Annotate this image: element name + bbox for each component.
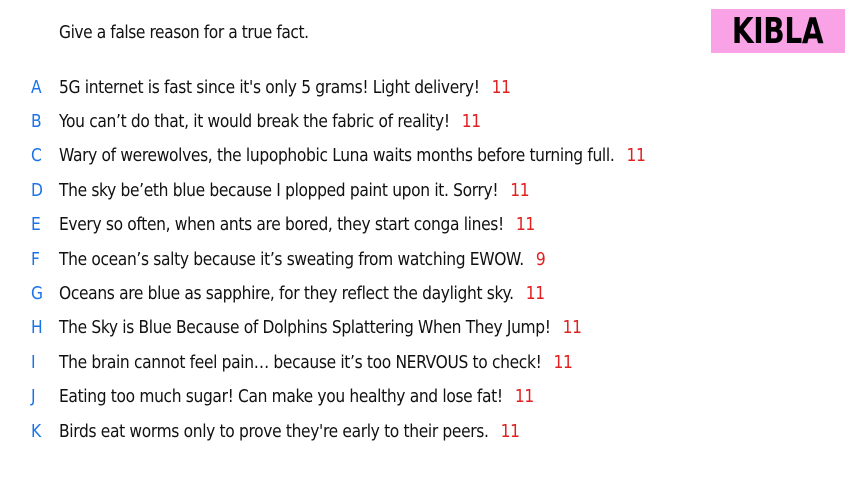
response-text: The Sky is Blue Because of Dolphins Spla… <box>59 317 551 339</box>
response-letter: G <box>31 283 43 305</box>
response-line: The brain cannot feel pain… because it’s… <box>59 351 573 373</box>
response-letter: F <box>31 248 40 270</box>
response-row: A 5G internet is fast since it's only 5 … <box>0 70 853 104</box>
response-line: Every so often, when ants are bored, the… <box>59 214 535 235</box>
response-score: 11 <box>491 76 511 98</box>
response-letter: J <box>31 386 36 408</box>
response-letter: E <box>31 214 41 236</box>
response-line: Eating too much sugar! Can make you heal… <box>59 386 534 407</box>
response-score: 11 <box>562 317 582 339</box>
response-row: C Wary of werewolves, the lupophobic Lun… <box>0 139 853 173</box>
response-row: I The brain cannot feel pain… because it… <box>0 345 853 379</box>
prompt-text: Give a false reason for a true fact. <box>59 22 309 43</box>
response-line: Birds eat worms only to prove they're ea… <box>59 421 520 442</box>
response-letter: I <box>31 351 36 373</box>
response-row: G Oceans are blue as sapphire, for they … <box>0 276 853 310</box>
response-score: 11 <box>461 111 481 133</box>
response-letter: D <box>31 179 43 201</box>
response-score: 11 <box>525 283 545 305</box>
response-line: The sky be’eth blue because I plopped pa… <box>59 179 530 201</box>
response-line: Wary of werewolves, the lupophobic Luna … <box>59 145 646 167</box>
contestant-name: KIBLA <box>732 10 824 52</box>
response-score: 11 <box>514 386 534 408</box>
response-row: D The sky be’eth blue because I plopped … <box>0 173 853 207</box>
response-list: A 5G internet is fast since it's only 5 … <box>0 70 853 448</box>
response-letter: A <box>31 76 42 98</box>
response-text: The brain cannot feel pain… because it’s… <box>59 351 542 373</box>
response-letter: K <box>31 420 42 442</box>
response-text: The sky be’eth blue because I plopped pa… <box>59 179 499 201</box>
response-text: The ocean’s salty because it’s sweating … <box>59 248 524 270</box>
response-score: 11 <box>515 214 535 236</box>
response-score: 11 <box>500 420 520 442</box>
response-letter: B <box>31 111 42 133</box>
response-line: Oceans are blue as sapphire, for they re… <box>59 283 545 304</box>
response-score: 11 <box>553 351 573 373</box>
response-line: The Sky is Blue Because of Dolphins Spla… <box>59 317 582 338</box>
response-text: Oceans are blue as sapphire, for they re… <box>59 283 514 305</box>
response-row: K Birds eat worms only to prove they're … <box>0 414 853 448</box>
response-score: 11 <box>626 145 646 167</box>
response-row: B You can’t do that, it would break the … <box>0 104 853 138</box>
response-text: Wary of werewolves, the lupophobic Luna … <box>59 145 615 167</box>
response-line: You can’t do that, it would break the fa… <box>59 111 481 132</box>
response-line: 5G internet is fast since it's only 5 gr… <box>59 77 511 98</box>
response-row: J Eating too much sugar! Can make you he… <box>0 380 853 414</box>
response-row: E Every so often, when ants are bored, t… <box>0 208 853 242</box>
response-row: H The Sky is Blue Because of Dolphins Sp… <box>0 311 853 345</box>
response-text: Birds eat worms only to prove they're ea… <box>59 420 489 442</box>
response-row: F The ocean’s salty because it’s sweatin… <box>0 242 853 276</box>
response-text: 5G internet is fast since it's only 5 gr… <box>59 76 480 98</box>
response-text: Every so often, when ants are bored, the… <box>59 214 504 236</box>
response-letter: H <box>31 317 43 339</box>
response-letter: C <box>31 145 42 167</box>
response-score: 11 <box>510 179 530 201</box>
response-text: You can’t do that, it would break the fa… <box>59 111 450 133</box>
response-score: 9 <box>535 248 546 270</box>
response-text: Eating too much sugar! Can make you heal… <box>59 386 503 408</box>
response-line: The ocean’s salty because it’s sweating … <box>59 248 546 270</box>
contestant-badge: KIBLA <box>711 9 845 53</box>
